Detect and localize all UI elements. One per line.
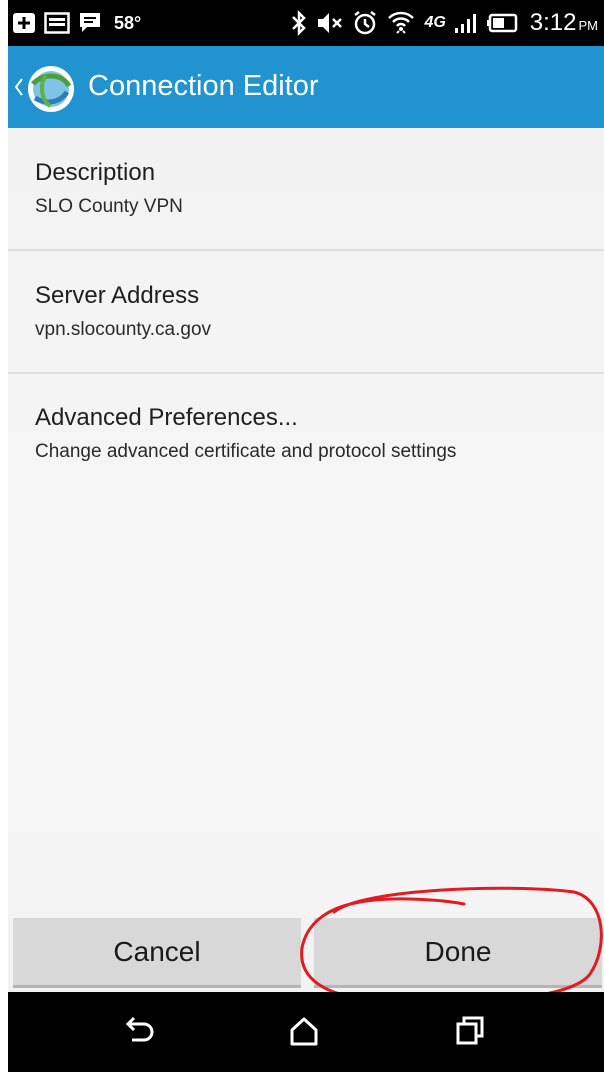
divider <box>8 372 604 374</box>
recent-apps-icon[interactable] <box>453 1014 487 1053</box>
up-navigation-icon[interactable] <box>14 77 24 102</box>
advanced-preferences-item[interactable]: Advanced Preferences... Change advanced … <box>8 403 604 465</box>
preference-title: Description <box>35 159 156 186</box>
preferences-list: Description SLO County VPN Server Addres… <box>8 128 604 920</box>
preference-title: Advanced Preferences... <box>35 404 298 431</box>
signal-icon <box>454 12 478 34</box>
status-bar: 58° 4G 3:12 PM <box>8 0 604 46</box>
wifi-icon <box>386 9 416 37</box>
clock: 3:12 PM <box>530 9 598 37</box>
preference-summary: vpn.slocounty.ca.gov <box>35 319 212 340</box>
message-icon <box>78 11 102 35</box>
mute-icon <box>316 11 344 35</box>
network-type: 4G <box>424 14 446 31</box>
home-icon[interactable] <box>287 1014 321 1053</box>
action-bar: Connection Editor <box>8 46 604 128</box>
back-icon[interactable] <box>120 1014 156 1053</box>
alarm-icon <box>352 10 378 36</box>
clock-time: 3:12 <box>529 9 577 36</box>
phone-screen: 58° 4G 3:12 PM Connection Editor Descrip… <box>8 0 604 1072</box>
preference-summary: Change advanced certificate and protocol… <box>35 441 457 462</box>
battery-icon <box>486 13 518 33</box>
description-preference[interactable]: Description SLO County VPN <box>8 158 604 220</box>
plus-box-icon <box>12 12 36 34</box>
temperature: 58° <box>114 12 142 33</box>
cancel-button[interactable]: Cancel <box>13 918 301 988</box>
bluetooth-icon <box>290 10 308 36</box>
page-title: Connection Editor <box>88 70 319 102</box>
preference-title: Server Address <box>35 282 200 309</box>
done-button[interactable]: Done <box>314 918 602 988</box>
navigation-bar <box>8 992 604 1072</box>
photo-icon <box>44 12 70 34</box>
button-bar: Cancel Done <box>8 918 604 992</box>
clock-ampm: PM <box>578 18 599 33</box>
anyconnect-logo-icon[interactable] <box>26 64 76 119</box>
server-address-preference[interactable]: Server Address vpn.slocounty.ca.gov <box>8 281 604 343</box>
preference-summary: SLO County VPN <box>35 196 183 217</box>
divider <box>8 249 604 251</box>
